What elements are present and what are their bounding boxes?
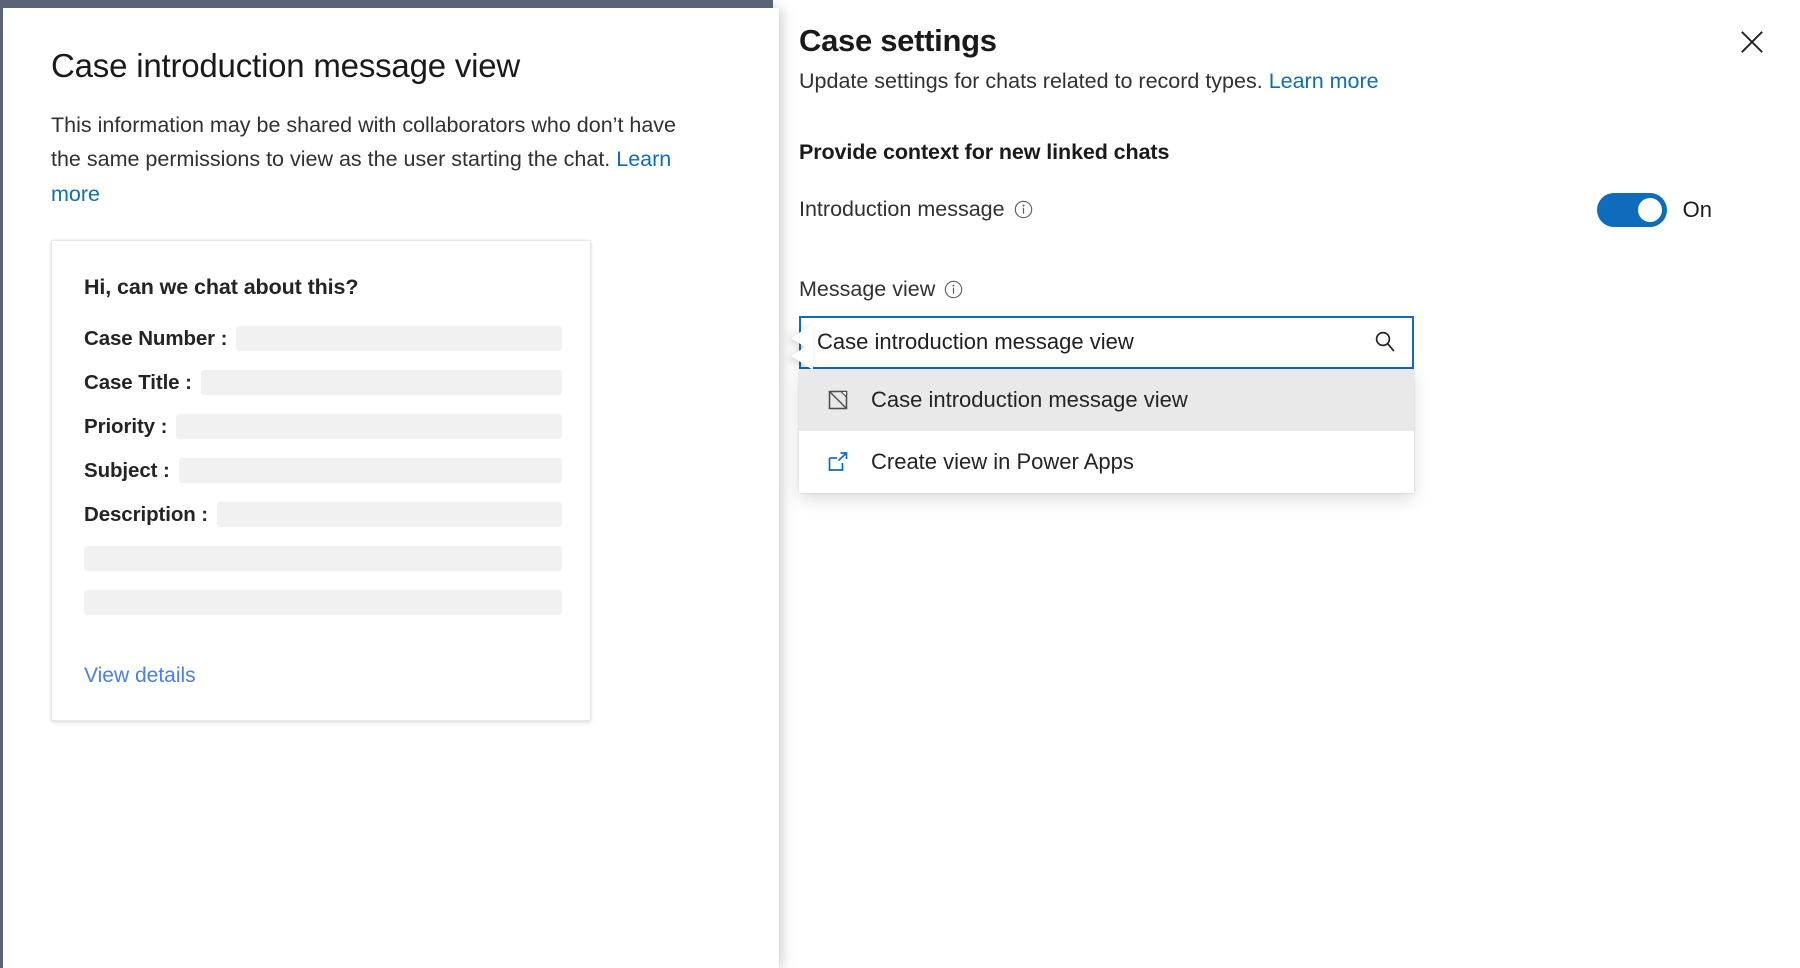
card-field-label: Subject : bbox=[84, 459, 170, 483]
info-icon[interactable] bbox=[1014, 200, 1033, 219]
message-view-dropdown: Case introduction message view Create vi… bbox=[799, 369, 1414, 493]
introduction-message-toggle[interactable] bbox=[1597, 193, 1667, 227]
message-view-search-input[interactable] bbox=[817, 329, 1368, 355]
message-view-label-group: Message view bbox=[799, 277, 1760, 302]
card-field-value-placeholder bbox=[179, 458, 562, 483]
preview-callout-top-accent-bar bbox=[0, 0, 773, 8]
introduction-message-card: Hi, can we chat about this? Case Number … bbox=[51, 240, 591, 721]
card-field-value-placeholder bbox=[176, 414, 562, 439]
message-view-combobox-wrapper: Case introduction message view Create vi… bbox=[799, 316, 1414, 369]
introduction-message-label: Introduction message bbox=[799, 197, 1005, 222]
introduction-message-row: Introduction message On bbox=[799, 193, 1760, 227]
introduction-message-toggle-group: On bbox=[1597, 193, 1760, 227]
card-field-case-title: Case Title : bbox=[84, 370, 562, 395]
search-icon[interactable] bbox=[1368, 325, 1402, 359]
card-field-value-placeholder bbox=[201, 370, 562, 395]
dropdown-option-label: Case introduction message view bbox=[871, 387, 1188, 413]
card-field-priority: Priority : bbox=[84, 414, 562, 439]
card-description-overflow-line bbox=[84, 546, 562, 571]
case-settings-panel: Case settings Update settings for chats … bbox=[779, 0, 1800, 940]
card-field-label: Priority : bbox=[84, 415, 167, 439]
section-heading-provide-context: Provide context for new linked chats bbox=[799, 140, 1760, 165]
preview-description-text: This information may be shared with coll… bbox=[51, 113, 676, 172]
settings-learn-more-link[interactable]: Learn more bbox=[1269, 69, 1379, 93]
card-field-label: Case Title : bbox=[84, 371, 192, 395]
dropdown-option-label: Create view in Power Apps bbox=[871, 449, 1134, 475]
settings-page-title: Case settings bbox=[799, 22, 1760, 61]
toggle-knob bbox=[1638, 198, 1662, 222]
open-in-new-window-icon bbox=[825, 449, 851, 475]
card-description-overflow-line bbox=[84, 590, 562, 615]
settings-subtitle-text: Update settings for chats related to rec… bbox=[799, 69, 1263, 93]
dropdown-option-create-view-in-power-apps[interactable]: Create view in Power Apps bbox=[799, 431, 1414, 493]
message-view-preview-callout: Case introduction message view This info… bbox=[0, 8, 779, 968]
card-field-value-placeholder bbox=[236, 326, 562, 351]
card-field-label: Description : bbox=[84, 503, 208, 527]
card-view-details-link[interactable]: View details bbox=[84, 664, 196, 688]
info-icon[interactable] bbox=[944, 280, 963, 299]
dropdown-callout-beak bbox=[785, 324, 813, 370]
card-greeting-text: Hi, can we chat about this? bbox=[84, 275, 562, 300]
dropdown-option-case-introduction-message-view[interactable]: Case introduction message view bbox=[799, 369, 1414, 431]
card-field-value-placeholder bbox=[217, 502, 562, 527]
toggle-state-label: On bbox=[1683, 197, 1712, 223]
message-view-combobox[interactable] bbox=[799, 316, 1414, 369]
close-button[interactable] bbox=[1730, 20, 1774, 64]
message-view-label: Message view bbox=[799, 277, 935, 302]
card-field-case-number: Case Number : bbox=[84, 326, 562, 351]
introduction-message-label-group: Introduction message bbox=[799, 197, 1033, 222]
preview-title: Case introduction message view bbox=[51, 46, 733, 86]
preview-description: This information may be shared with coll… bbox=[51, 108, 691, 212]
card-field-subject: Subject : bbox=[84, 458, 562, 483]
card-field-label: Case Number : bbox=[84, 327, 227, 351]
settings-subtitle: Update settings for chats related to rec… bbox=[799, 69, 1760, 94]
card-field-description: Description : bbox=[84, 502, 562, 527]
close-icon bbox=[1739, 29, 1765, 55]
view-list-icon bbox=[825, 387, 851, 413]
